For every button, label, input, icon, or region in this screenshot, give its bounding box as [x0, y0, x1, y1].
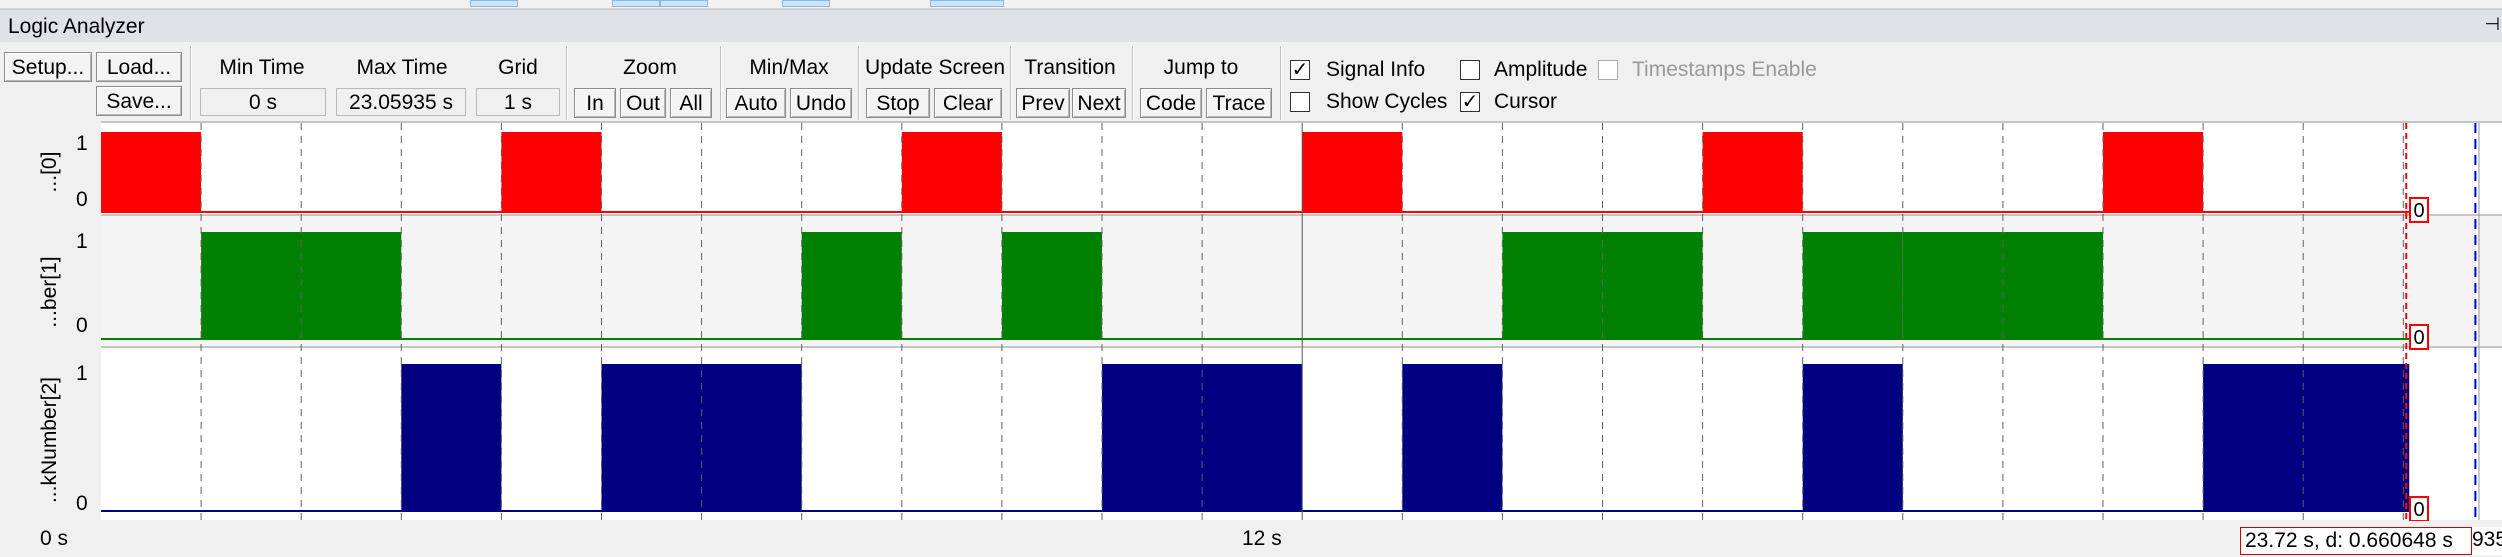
cursor-info-overflow: 935: [2472, 527, 2502, 555]
signal-1-high-pulse: [801, 232, 902, 339]
signal-1-value-box: 0: [2409, 324, 2429, 350]
signal-0-high-pulse: [1302, 132, 1403, 212]
signal-2-high-pulse: [2203, 364, 2410, 511]
signal-0-value-text: 0: [2413, 200, 2424, 222]
signal-2-value-box: 0: [2409, 496, 2429, 522]
signal-1-high-pulse: [1802, 232, 1903, 339]
signal-1-value-text: 0: [2413, 327, 2424, 349]
signal-0-high-pulse: [501, 132, 602, 212]
time-mid-label: 12 s: [1242, 527, 1282, 550]
cursor-info-box: 23.72 s, d: 0.660648 s: [2240, 527, 2472, 555]
waveform-display[interactable]: 0 0 0: [0, 0, 2502, 557]
signal-2-high-pulse: [1802, 364, 1903, 511]
signal-0-high-pulse: [1702, 132, 1803, 212]
signal-1-high-pulse: [1001, 232, 1102, 339]
time-start-label: 0 s: [40, 527, 69, 550]
signal-2-value-text: 0: [2413, 499, 2424, 521]
signal-0-high-pulse: [101, 132, 202, 212]
signal-2-high-pulse: [1402, 364, 1503, 511]
time-axis-bar: 0 s 12 s: [0, 521, 2502, 557]
signal-0-high-pulse: [2103, 132, 2204, 212]
signal-row-bg-1: [101, 216, 2502, 346]
signal-2-high-pulse: [401, 364, 502, 511]
signal-0-value-box: 0: [2409, 197, 2429, 223]
signal-0-high-pulse: [901, 132, 1002, 212]
